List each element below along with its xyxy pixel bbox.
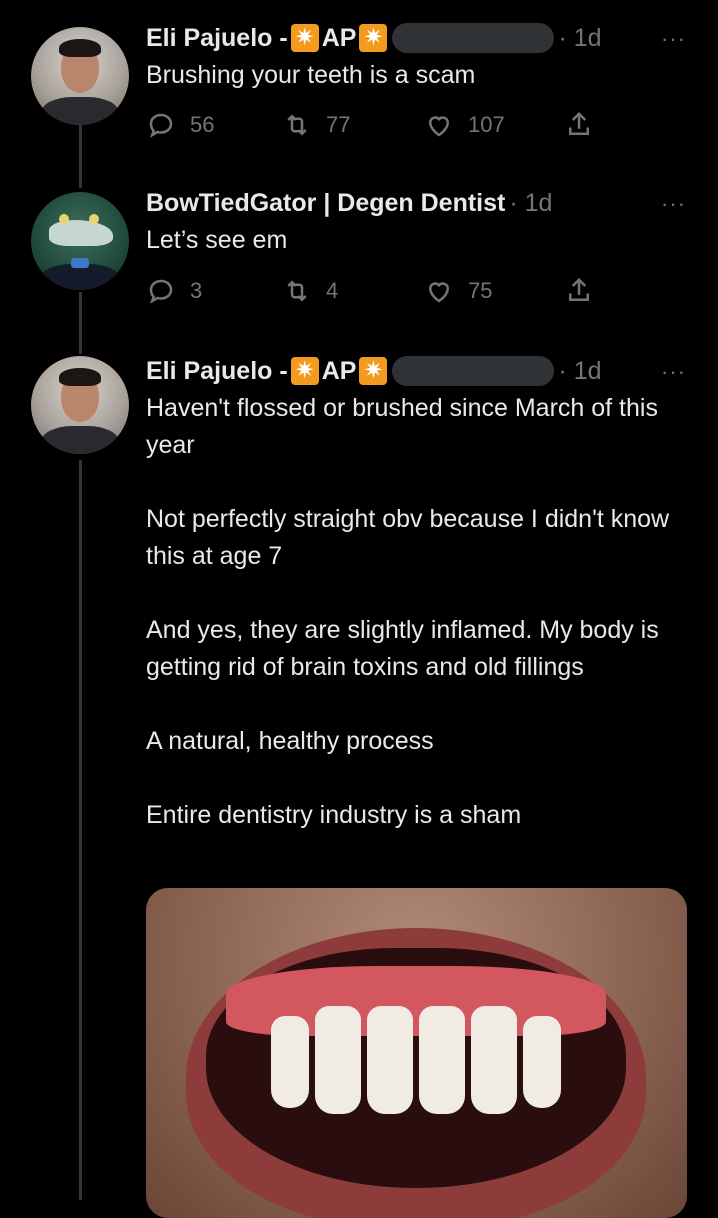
more-options-icon[interactable]: ··· (661, 191, 686, 217)
reply-count: 3 (190, 278, 203, 303)
avatar[interactable] (31, 192, 129, 290)
star-badge-icon: ✷ (359, 24, 388, 52)
badge-label: AP (321, 23, 357, 52)
tweet-paragraph: Haven't flossed or brushed since March o… (146, 394, 665, 459)
tweet-text: Brushing your teeth is a scam (146, 57, 686, 94)
display-name[interactable]: BowTiedGator | Degen Dentist (146, 189, 505, 218)
more-options-icon[interactable]: ··· (661, 359, 686, 385)
tweet-paragraph: A natural, healthy process (146, 727, 434, 755)
tweet-paragraph: And yes, they are slightly inflamed. My … (146, 616, 666, 681)
reply-icon (149, 279, 173, 304)
display-name[interactable]: Eli Pajuelo - (146, 357, 288, 386)
retweet-button[interactable]: 77 (282, 110, 350, 140)
tweet-actions: 56 77 107 (146, 110, 606, 144)
timestamp[interactable]: · 1d (558, 357, 601, 386)
tweet-1[interactable]: Eli Pajuelo - ✷ AP ✷ · 1d ··· Brushing y… (0, 0, 718, 170)
retweet-icon (287, 280, 307, 302)
redacted-handle (392, 356, 555, 386)
tweet-paragraph: Brushing your teeth is a scam (146, 61, 476, 89)
like-button[interactable]: 107 (424, 110, 505, 140)
tweet-header: Eli Pajuelo - ✷ AP ✷ · 1d (146, 18, 602, 58)
tweet-actions: 3 4 75 (146, 276, 606, 310)
avatar[interactable] (31, 356, 129, 454)
tweet-paragraph: Let’s see em (146, 226, 288, 254)
tweet-text: Haven't flossed or brushed since March o… (146, 390, 686, 834)
tweet-photo[interactable] (146, 888, 687, 1218)
star-badge-icon: ✷ (290, 357, 319, 385)
tweet-paragraph: Not perfectly straight obv because I did… (146, 505, 677, 570)
reply-button[interactable]: 3 (146, 276, 202, 306)
badge-label: AP (321, 356, 357, 385)
share-button[interactable] (564, 110, 608, 140)
reply-count: 56 (190, 112, 215, 137)
star-badge-icon: ✷ (290, 24, 319, 52)
timestamp[interactable]: · 1d (509, 189, 552, 218)
retweet-count: 4 (326, 278, 339, 303)
timestamp[interactable]: · 1d (558, 24, 601, 53)
display-name[interactable]: Eli Pajuelo - (146, 24, 288, 53)
like-icon (428, 116, 450, 137)
tweet-2[interactable]: BowTiedGator | Degen Dentist · 1d ··· Le… (0, 170, 718, 340)
reply-icon (149, 113, 173, 138)
like-count: 75 (468, 278, 493, 303)
redacted-handle (392, 23, 555, 53)
more-options-icon[interactable]: ··· (661, 26, 686, 52)
share-icon (569, 277, 589, 301)
star-badge-icon: ✷ (359, 357, 388, 385)
share-icon (569, 111, 589, 135)
reply-button[interactable]: 56 (146, 110, 214, 140)
tweet-header: Eli Pajuelo - ✷ AP ✷ · 1d (146, 351, 602, 391)
like-icon (428, 282, 450, 303)
tweet-paragraph: Entire dentistry industry is a sham (146, 801, 522, 829)
share-button[interactable] (564, 276, 608, 306)
tweet-header: BowTiedGator | Degen Dentist · 1d (146, 183, 552, 223)
avatar[interactable] (31, 27, 129, 125)
tweet-text: Let’s see em (146, 222, 686, 259)
like-button[interactable]: 75 (424, 276, 492, 306)
retweet-icon (287, 114, 307, 136)
like-count: 107 (468, 112, 505, 137)
retweet-count: 77 (326, 112, 351, 137)
retweet-button[interactable]: 4 (282, 276, 338, 306)
